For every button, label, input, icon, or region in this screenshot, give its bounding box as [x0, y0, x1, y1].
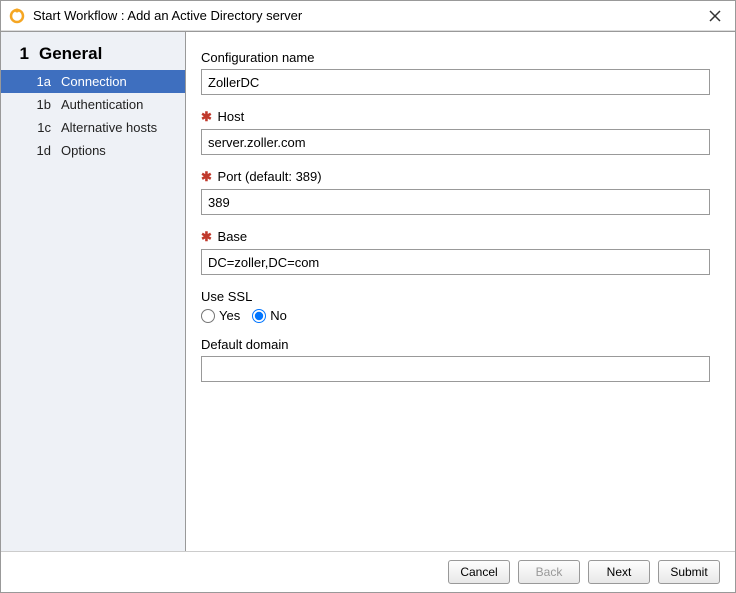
- use-ssl-no-label: No: [270, 308, 287, 323]
- base-input[interactable]: [201, 249, 710, 275]
- use-ssl-yes-radio[interactable]: [201, 309, 215, 323]
- host-input[interactable]: [201, 129, 710, 155]
- substep-num: 1c: [1, 120, 61, 135]
- app-icon: [9, 8, 25, 24]
- config-name-input[interactable]: [201, 69, 710, 95]
- footer-buttons: Cancel Back Next Submit: [1, 552, 735, 592]
- host-label: ✱ Host: [201, 109, 710, 125]
- wizard-sidebar: 1 General 1a Connection 1b Authenticatio…: [1, 32, 186, 551]
- back-button[interactable]: Back: [518, 560, 580, 584]
- use-ssl-no-radio[interactable]: [252, 309, 266, 323]
- cancel-button[interactable]: Cancel: [448, 560, 510, 584]
- sidebar-item-authentication[interactable]: 1b Authentication: [1, 93, 185, 116]
- sidebar-item-options[interactable]: 1d Options: [1, 139, 185, 162]
- submit-button[interactable]: Submit: [658, 560, 720, 584]
- substep-num: 1a: [1, 74, 61, 89]
- use-ssl-no-option[interactable]: No: [252, 308, 287, 323]
- required-icon: ✱: [201, 229, 212, 244]
- base-label: ✱ Base: [201, 229, 710, 245]
- step-label: General: [39, 44, 102, 64]
- use-ssl-yes-label: Yes: [219, 308, 240, 323]
- port-label: ✱ Port (default: 389): [201, 169, 710, 185]
- sidebar-item-alternative-hosts[interactable]: 1c Alternative hosts: [1, 116, 185, 139]
- substep-num: 1b: [1, 97, 61, 112]
- substep-label: Options: [61, 143, 106, 158]
- base-label-text: Base: [218, 229, 248, 244]
- config-name-label: Configuration name: [201, 50, 710, 65]
- use-ssl-label: Use SSL: [201, 289, 710, 304]
- default-domain-input[interactable]: [201, 356, 710, 382]
- substep-num: 1d: [1, 143, 61, 158]
- next-button[interactable]: Next: [588, 560, 650, 584]
- host-label-text: Host: [218, 109, 245, 124]
- step-number: 1: [11, 44, 39, 64]
- sidebar-item-connection[interactable]: 1a Connection: [1, 70, 185, 93]
- use-ssl-yes-option[interactable]: Yes: [201, 308, 240, 323]
- window-title: Start Workflow : Add an Active Directory…: [33, 8, 703, 23]
- port-label-text: Port (default: 389): [218, 169, 322, 184]
- form-panel: Configuration name ✱ Host ✱ Port (defaul…: [186, 32, 735, 551]
- close-icon[interactable]: [703, 4, 727, 28]
- use-ssl-radio-group: Yes No: [201, 308, 710, 323]
- default-domain-label: Default domain: [201, 337, 710, 352]
- port-input[interactable]: [201, 189, 710, 215]
- substep-label: Alternative hosts: [61, 120, 157, 135]
- substep-label: Authentication: [61, 97, 143, 112]
- required-icon: ✱: [201, 109, 212, 124]
- titlebar: Start Workflow : Add an Active Directory…: [1, 1, 735, 31]
- step-header: 1 General: [1, 40, 185, 70]
- required-icon: ✱: [201, 169, 212, 184]
- substep-label: Connection: [61, 74, 127, 89]
